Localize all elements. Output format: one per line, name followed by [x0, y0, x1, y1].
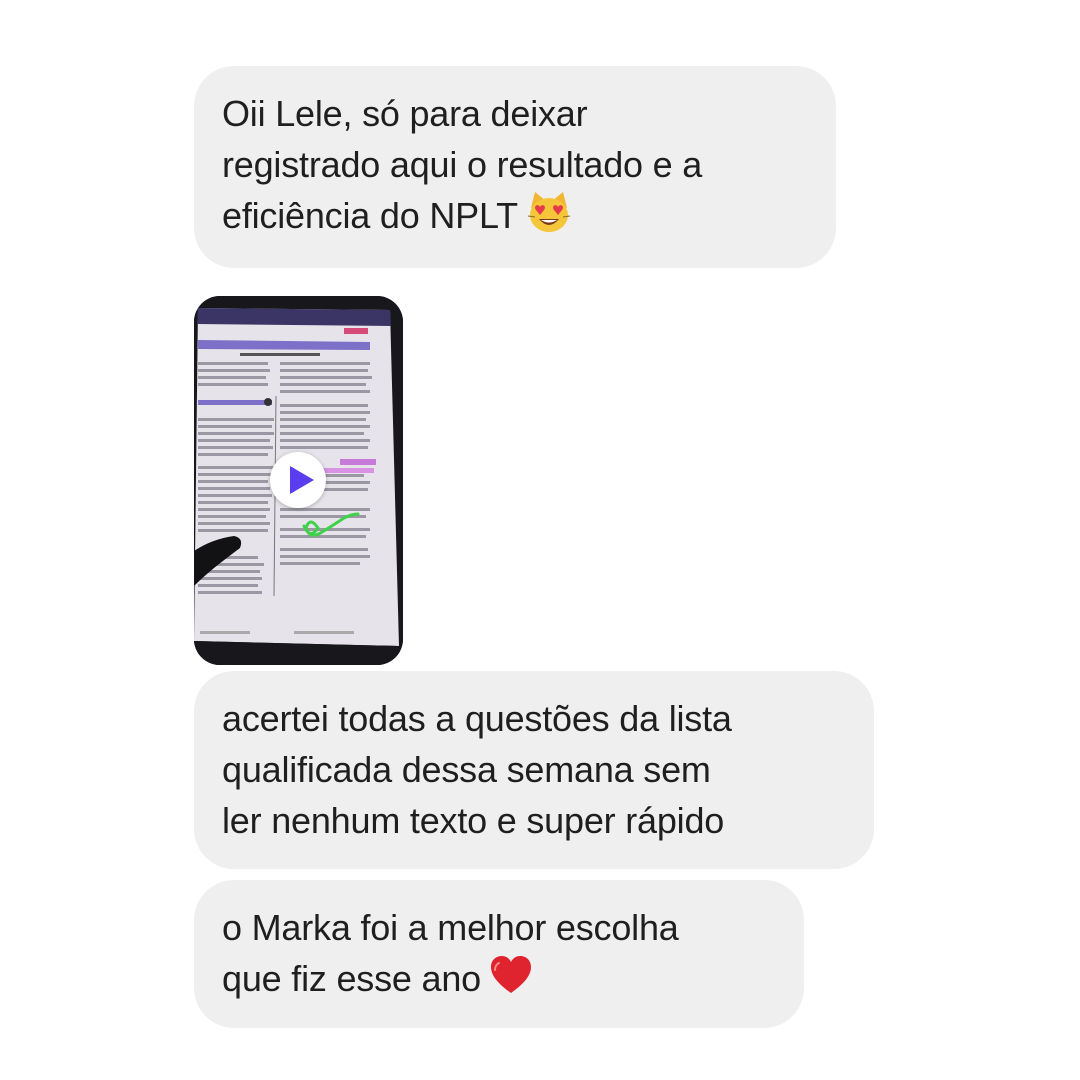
message-2-line-1: acertei todas a questões da lista — [222, 698, 732, 739]
message-1-line-1: Oii Lele, só para deixar — [222, 93, 588, 134]
smiling-cat-heart-eyes-icon — [526, 190, 572, 247]
message-1-line-3: eficiência do NPLT — [222, 190, 808, 247]
red-heart-icon — [489, 955, 533, 1008]
message-1-line-2: registrado aqui o resultado e a — [222, 144, 703, 185]
message-bubble-2[interactable]: acertei todas a questões da lista qualif… — [194, 671, 874, 869]
play-button[interactable] — [270, 452, 326, 508]
message-3-line-2: que fiz esse ano — [222, 953, 776, 1008]
message-2-line-3: ler nenhum texto e super rápido — [222, 800, 725, 841]
message-2-line-2: qualificada dessa semana sem — [222, 749, 711, 790]
play-icon — [290, 466, 314, 494]
message-bubble-1[interactable]: Oii Lele, só para deixar registrado aqui… — [194, 66, 836, 268]
message-3-line-1: o Marka foi a melhor escolha — [222, 907, 679, 948]
message-bubble-3[interactable]: o Marka foi a melhor escolha que fiz ess… — [194, 880, 804, 1028]
